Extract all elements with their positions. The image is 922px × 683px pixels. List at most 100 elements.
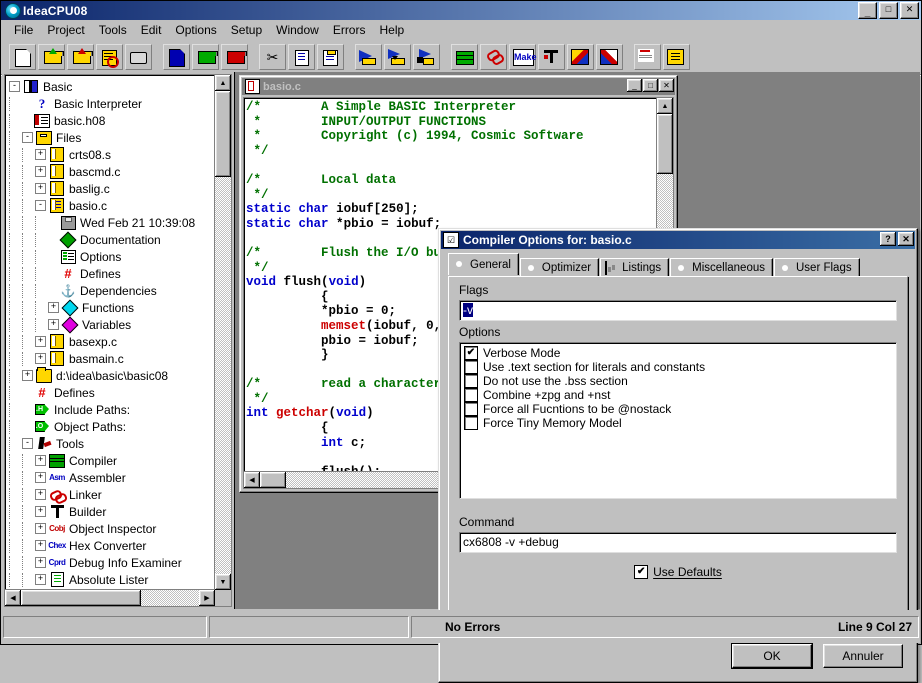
compile-run-button[interactable]	[413, 44, 440, 70]
use-defaults-row[interactable]: ✔ Use Defaults	[449, 565, 907, 579]
menu-project[interactable]: Project	[40, 21, 91, 39]
tree-expander[interactable]: +	[35, 506, 46, 517]
menu-errors[interactable]: Errors	[326, 21, 373, 39]
copy-button[interactable]	[288, 44, 315, 70]
tree-expander[interactable]: +	[35, 183, 46, 194]
tree-vertical-scrollbar[interactable]: ▲ ▼	[214, 75, 231, 590]
tree-expander[interactable]: +	[35, 523, 46, 534]
dialog-close-button[interactable]: ✕	[898, 232, 914, 246]
new-file-button[interactable]	[163, 44, 190, 70]
search-project-button[interactable]	[96, 44, 123, 70]
tree-scroll-thumb[interactable]	[215, 91, 231, 177]
compile-all-button[interactable]	[384, 44, 411, 70]
editor-minimize-button[interactable]: _	[627, 79, 642, 92]
tree-expander[interactable]: +	[35, 574, 46, 585]
minimize-button[interactable]: _	[858, 2, 877, 19]
tree-node[interactable]: +Absolute Lister	[9, 571, 215, 588]
tree-node[interactable]: +Variables	[9, 316, 215, 333]
tree-expander[interactable]: +	[48, 302, 59, 313]
tree-expander[interactable]: +	[35, 353, 46, 364]
tree-node[interactable]: Options	[9, 248, 215, 265]
tree-expander[interactable]: +	[35, 149, 46, 160]
tree-node[interactable]: -Tools	[9, 435, 215, 452]
dialog-help-button[interactable]: ?	[880, 232, 896, 246]
open-project-button[interactable]	[38, 44, 65, 70]
tree-hscroll-thumb[interactable]	[21, 590, 141, 606]
tree-node[interactable]: ?Basic Interpreter	[9, 95, 215, 112]
tree-node[interactable]: .HInclude Paths:	[9, 401, 215, 418]
tree-node[interactable]: ⚓Dependencies	[9, 282, 215, 299]
tree-node[interactable]: +CobjObject Inspector	[9, 520, 215, 537]
tree-node[interactable]: +AsmAssembler	[9, 469, 215, 486]
new-project-button[interactable]	[9, 44, 36, 70]
option-row[interactable]: Force Tiny Memory Model	[460, 416, 896, 430]
tree-expander[interactable]: +	[35, 336, 46, 347]
tree-node[interactable]: Documentation	[9, 231, 215, 248]
menu-help[interactable]: Help	[372, 21, 411, 39]
tree-node[interactable]: +Compiler	[9, 452, 215, 469]
save-project-button[interactable]	[67, 44, 94, 70]
tree-expander[interactable]: +	[35, 489, 46, 500]
trace-button[interactable]	[634, 44, 661, 70]
tree-expander[interactable]: +	[22, 370, 33, 381]
tree-node[interactable]: -basio.c	[9, 197, 215, 214]
debugger-blue-button[interactable]	[596, 44, 623, 70]
editor-vscroll-thumb[interactable]	[657, 114, 673, 174]
tree-node[interactable]: +baslig.c	[9, 180, 215, 197]
builder-button[interactable]	[538, 44, 565, 70]
cut-button[interactable]: ✂	[259, 44, 286, 70]
compile-button[interactable]	[355, 44, 382, 70]
tree-node[interactable]: +crts08.s	[9, 146, 215, 163]
options-listbox[interactable]: ✔Verbose ModeUse .text section for liter…	[459, 342, 897, 499]
editor-scroll-up-button[interactable]: ▲	[657, 98, 673, 114]
tree-node[interactable]: +d:\idea\basic\basic08	[9, 367, 215, 384]
tree-expander[interactable]: +	[35, 455, 46, 466]
use-defaults-checkbox[interactable]: ✔	[634, 565, 648, 579]
close-project-button[interactable]	[125, 44, 152, 70]
object-button[interactable]	[663, 44, 690, 70]
option-row[interactable]: Do not use the .bss section	[460, 374, 896, 388]
tree-node[interactable]: +CprdDebug Info Examiner	[9, 554, 215, 571]
option-row[interactable]: Force all Fucntions to be @nostack	[460, 402, 896, 416]
dialog-tab-miscellaneous[interactable]: Miscellaneous	[670, 258, 773, 277]
option-checkbox[interactable]	[464, 416, 478, 430]
editor-close-button[interactable]: ✕	[659, 79, 674, 92]
tree-node[interactable]: Wed Feb 21 10:39:08	[9, 214, 215, 231]
tree-node[interactable]: +Functions	[9, 299, 215, 316]
menu-file[interactable]: File	[7, 21, 40, 39]
make-button[interactable]: Make	[509, 44, 536, 70]
tree-expander[interactable]: -	[22, 132, 33, 143]
tree-hscroll-track[interactable]	[21, 590, 199, 606]
close-button[interactable]: ✕	[900, 2, 919, 19]
tree-node[interactable]: +Linker	[9, 486, 215, 503]
tree-expander[interactable]: -	[22, 438, 33, 449]
tree-horizontal-scrollbar[interactable]: ◀ ▶	[5, 589, 215, 606]
option-row[interactable]: ✔Verbose Mode	[460, 346, 896, 360]
option-checkbox[interactable]	[464, 360, 478, 374]
open-file-button[interactable]	[192, 44, 219, 70]
tree-node[interactable]: -Files	[9, 129, 215, 146]
tree-expander[interactable]: -	[35, 200, 46, 211]
editor-scroll-left-button[interactable]: ◀	[244, 472, 260, 488]
link-button[interactable]	[480, 44, 507, 70]
paste-button[interactable]	[317, 44, 344, 70]
tree-node[interactable]: #Defines	[9, 265, 215, 282]
tree-expander[interactable]: +	[35, 472, 46, 483]
flags-input[interactable]: -v	[459, 300, 897, 321]
editor-maximize-button[interactable]: □	[643, 79, 658, 92]
tree-node[interactable]: +ChexHex Converter	[9, 537, 215, 554]
tree-scroll-left-button[interactable]: ◀	[5, 590, 21, 606]
command-input[interactable]: cx6808 -v +debug	[459, 532, 897, 553]
debugger-yellow-button[interactable]	[567, 44, 594, 70]
menu-edit[interactable]: Edit	[134, 21, 169, 39]
menu-window[interactable]: Window	[269, 21, 326, 39]
save-file-button[interactable]	[221, 44, 248, 70]
project-tree[interactable]: -Basic ?Basic Interpreter basic.h08 -Fil…	[4, 74, 232, 607]
tree-scroll-track[interactable]	[215, 91, 231, 574]
option-row[interactable]: Combine +zpg and +nst	[460, 388, 896, 402]
tree-node[interactable]: +bascmd.c	[9, 163, 215, 180]
dialog-tab-listings[interactable]: Listings	[600, 258, 669, 277]
editor-hscroll-thumb[interactable]	[260, 472, 286, 488]
tree-expander[interactable]: +	[48, 319, 59, 330]
option-checkbox[interactable]	[464, 402, 478, 416]
